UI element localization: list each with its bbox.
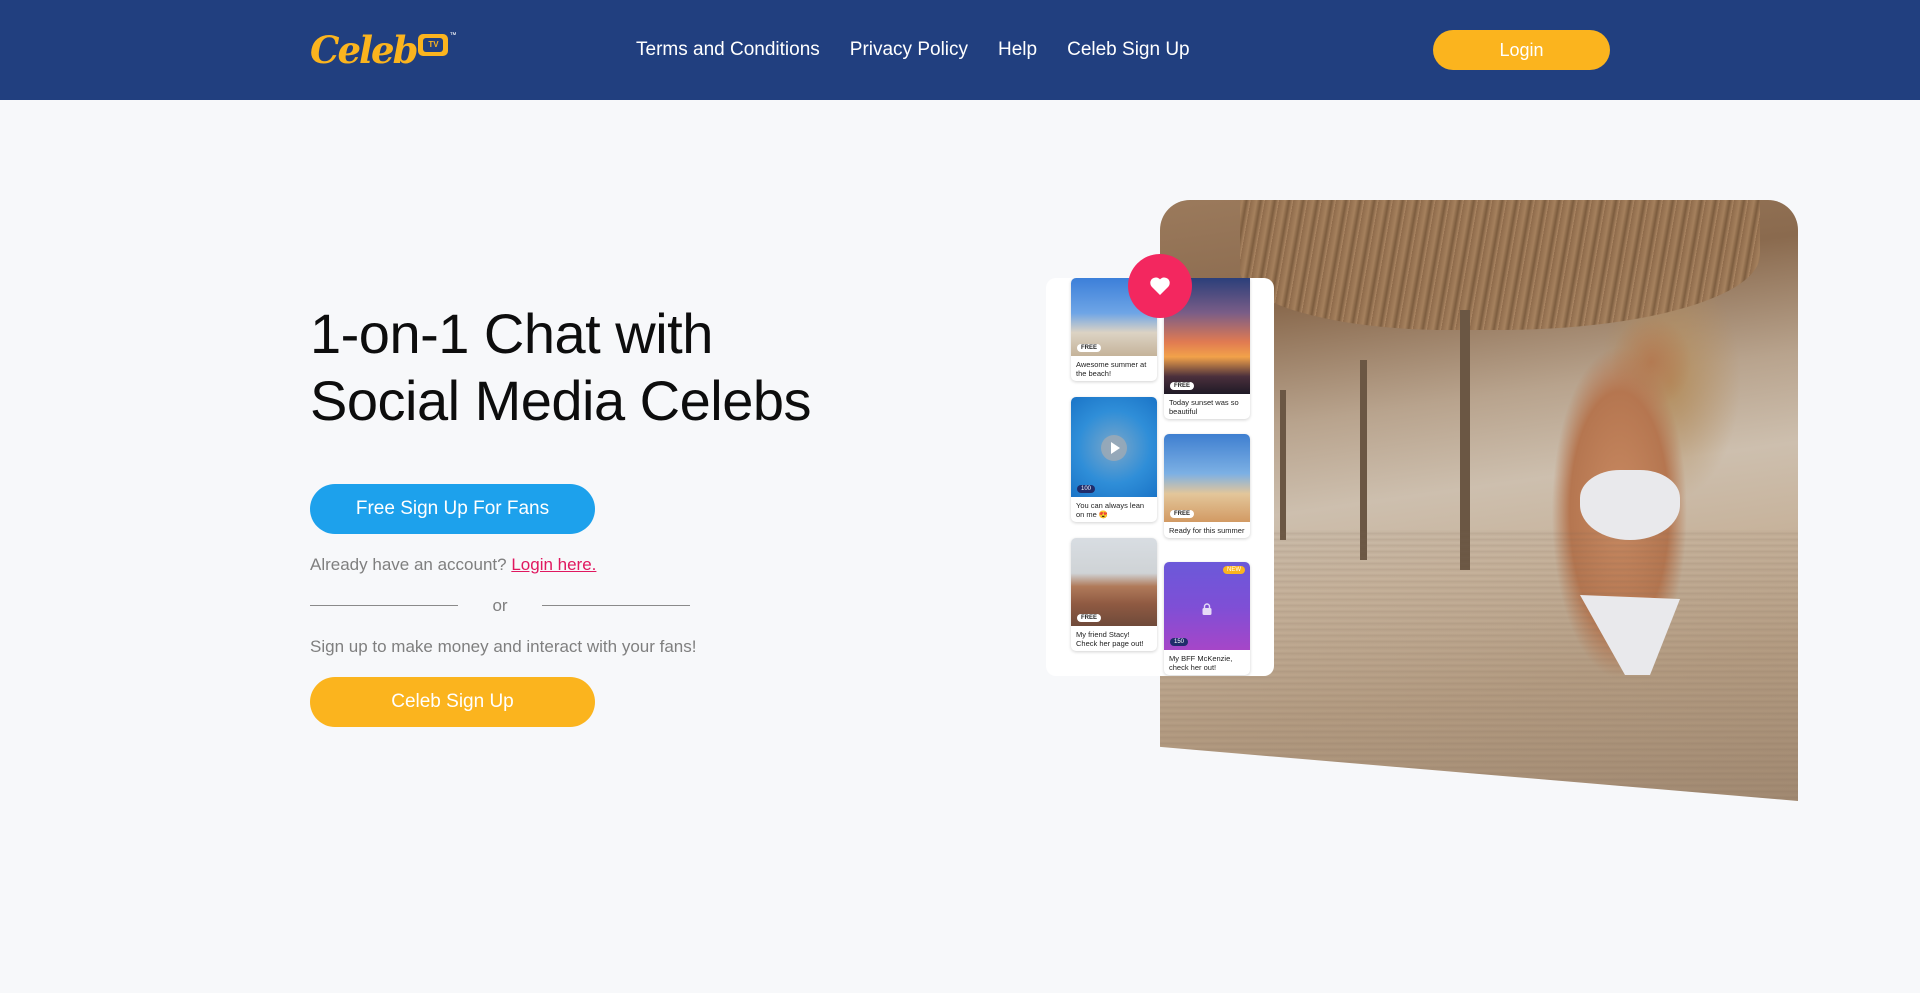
feed-card-caption: My BFF McKenzie, check her out! [1169,654,1233,672]
hero-heading-line-2: Social Media Celebs [310,369,811,432]
heart-button[interactable] [1128,254,1192,318]
new-badge: NEW [1223,566,1245,574]
feed-card-image: FREE [1071,538,1157,626]
feed-card-image: 100 [1071,397,1157,497]
photo-umbrella-pole [1280,390,1286,540]
account-prompt-text: Already have an account? [310,555,507,574]
login-here-link[interactable]: Login here. [511,555,596,574]
feed-card-image: FREE [1164,434,1250,522]
hero-heading: 1-on-1 Chat with Social Media Celebs [310,300,870,434]
login-button[interactable]: Login [1433,30,1610,70]
feed-card-image: NEW 150 [1164,562,1250,650]
account-prompt: Already have an account? Login here. [310,554,596,576]
feed-card-caption: My friend Stacy! Check her page out! [1076,630,1144,648]
top-navbar: Celeb TV ™ Terms and Conditions Privacy … [0,0,1920,100]
heart-icon [1150,277,1170,295]
logo-wordmark: Celeb [310,28,418,72]
hero-heading-line-1: 1-on-1 Chat with [310,302,713,365]
feed-card[interactable]: FREE My friend Stacy! Check her page out… [1071,538,1157,651]
divider-or-text: or [492,596,508,615]
trademark-mark: ™ [449,32,457,39]
feed-card[interactable]: FREE Ready for this summer [1164,434,1250,538]
feed-card[interactable]: 100 You can always lean on me 😍 [1071,397,1157,522]
photo-umbrella-roof [1240,200,1760,330]
tv-icon: TV [418,34,449,56]
feed-card-caption: Awesome summer at the beach! [1076,360,1147,378]
free-badge: FREE [1170,382,1195,390]
logo-badge-text: TV [428,40,439,49]
feed-card-caption: You can always lean on me 😍 [1076,501,1145,519]
free-badge: FREE [1077,614,1102,622]
celebtv-logo[interactable]: Celeb TV ™ [310,28,456,72]
coin-price-badge: 100 [1077,485,1096,493]
feed-mockup: FREE Awesome summer at the beach! 100 Yo… [1046,278,1274,676]
lock-icon [1200,602,1214,616]
free-badge: FREE [1170,510,1195,518]
free-badge: FREE [1077,344,1102,352]
nav-celeb-signup-link[interactable]: Celeb Sign Up [1067,38,1190,62]
celeb-prompt: Sign up to make money and interact with … [310,637,697,656]
divider-line-left [310,605,458,606]
coin-price-badge: 150 [1170,638,1189,646]
feed-card-caption: Ready for this summer [1169,526,1245,535]
divider-line-right [542,605,690,606]
fan-signup-button[interactable]: Free Sign Up For Fans [310,484,595,534]
feed-card-caption: Today sunset was so beautiful [1169,398,1239,416]
celeb-signup-button[interactable]: Celeb Sign Up [310,677,595,727]
photo-figure-top [1580,470,1680,540]
feed-card[interactable]: NEW 150 My BFF McKenzie, check her out! [1164,562,1250,675]
or-divider: or [310,596,690,616]
main-nav: Terms and Conditions Privacy Policy Help… [636,38,1190,62]
nav-privacy-link[interactable]: Privacy Policy [850,38,968,62]
nav-terms-link[interactable]: Terms and Conditions [636,38,820,62]
nav-help-link[interactable]: Help [998,38,1037,62]
play-icon[interactable] [1101,435,1127,461]
